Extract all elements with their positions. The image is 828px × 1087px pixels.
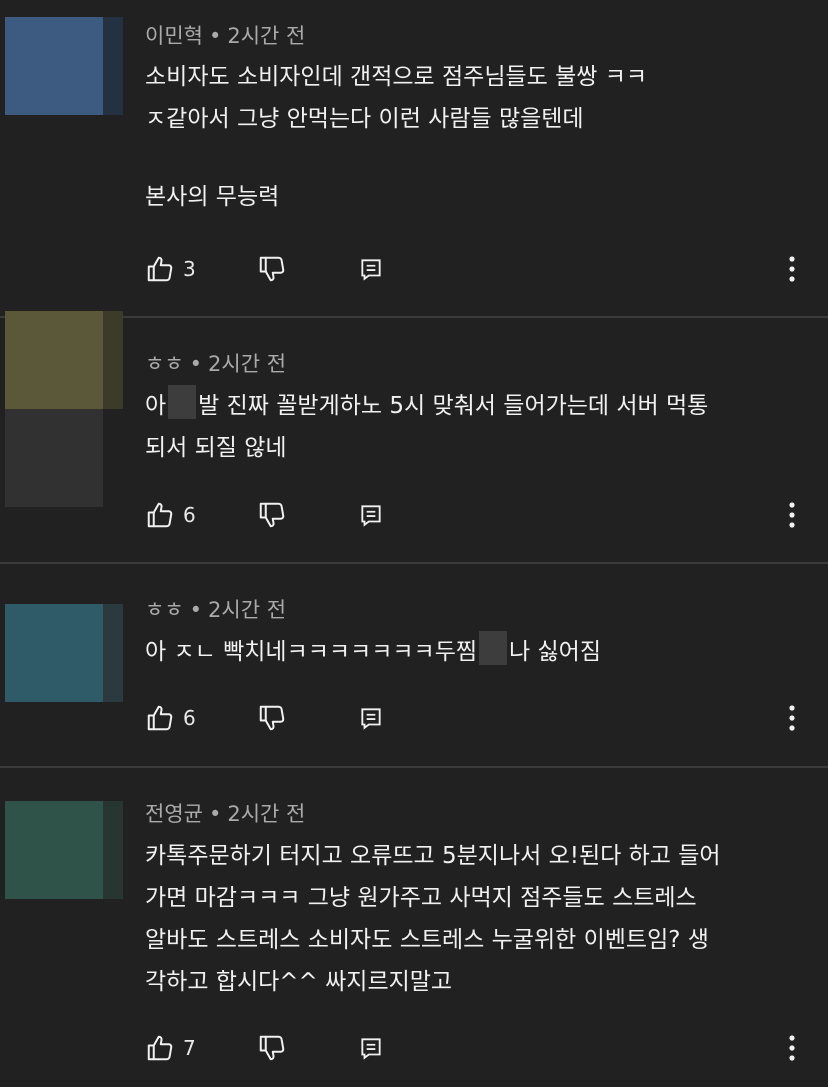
author-name[interactable]: 이민혁 [145, 24, 203, 48]
like-count: 6 [183, 503, 196, 527]
comment-text: 카톡주문하기 터지고 오류뜨고 5분지나서 오!된다 하고 들어 가면 마감ㅋㅋ… [145, 835, 805, 1003]
comment-line: ㅈ같아서 그냥 안먹는다 이런 사람들 많을텐데 [145, 106, 584, 132]
censored-block [479, 631, 508, 665]
dislike-button[interactable] [257, 698, 287, 738]
dislike-button[interactable] [257, 249, 287, 289]
avatar[interactable] [5, 801, 123, 899]
comment-line-end: 발 진짜 꼴받게하노 5시 맞춰서 들어가는데 서버 먹통 [198, 393, 709, 419]
thumbs-up-icon [145, 703, 175, 733]
reply-button[interactable] [358, 495, 384, 535]
comment-actions: 6 [145, 495, 815, 535]
comment-line-start: 아 [145, 393, 167, 419]
reply-comment-icon [358, 1035, 384, 1061]
dislike-button[interactable] [257, 1028, 287, 1068]
more-actions-button[interactable] [781, 495, 803, 535]
dislike-button[interactable] [257, 495, 287, 535]
comment-meta: ㅎㅎ • 2시간 전 [145, 598, 287, 622]
comment-actions: 6 [145, 698, 815, 738]
reply-comment-icon [358, 705, 384, 731]
comment-text: 아 ㅈㄴ 빡치네ㅋㅋㅋㅋㅋㅋㅋ두찜 나 싫어짐 [145, 631, 805, 673]
comment-meta: ㅎㅎ • 2시간 전 [145, 352, 287, 376]
avatar[interactable] [5, 604, 123, 702]
comment-line: 본사의 무능력 [145, 184, 280, 210]
like-button[interactable]: 7 [145, 1028, 196, 1068]
like-button[interactable]: 6 [145, 698, 196, 738]
comment-divider [0, 316, 828, 318]
comment-text: 아 발 진짜 꼴받게하노 5시 맞춰서 들어가는데 서버 먹통 되서 되질 않네 [145, 385, 805, 469]
comment-meta: 이민혁 • 2시간 전 [145, 24, 306, 48]
reply-comment-icon [358, 502, 384, 528]
thumbs-up-icon [145, 500, 175, 530]
reply-button[interactable] [358, 1028, 384, 1068]
comment-actions: 3 [145, 249, 815, 289]
timestamp[interactable]: 2시간 전 [208, 598, 286, 622]
like-count: 7 [183, 1036, 196, 1060]
like-count: 6 [183, 706, 196, 730]
reply-button[interactable] [358, 698, 384, 738]
more-vertical-icon [781, 703, 803, 733]
like-button[interactable]: 6 [145, 495, 196, 535]
comment-line: 되서 되질 않네 [145, 435, 287, 461]
comment-line: 소비자도 소비자인데 갠적으로 점주님들도 불쌍 ㅋㅋ [145, 64, 648, 90]
comment-meta: 전영균 • 2시간 전 [145, 802, 306, 826]
thumbs-down-icon [257, 254, 287, 284]
more-vertical-icon [781, 500, 803, 530]
more-vertical-icon [781, 1033, 803, 1063]
author-name[interactable]: 전영균 [145, 802, 203, 826]
comment-line-end: 나 싫어짐 [509, 639, 601, 665]
author-name[interactable]: ㅎㅎ [145, 352, 184, 376]
comment-line: 알바도 스트레스 소비자도 스트레스 누굴위한 이벤트임? 생 [145, 927, 709, 953]
avatar[interactable] [5, 311, 123, 507]
comment-line-start: 아 ㅈㄴ 빡치네ㅋㅋㅋㅋㅋㅋㅋ두찜 [145, 639, 478, 665]
thumbs-down-icon [257, 1033, 287, 1063]
more-actions-button[interactable] [781, 249, 803, 289]
timestamp[interactable]: 2시간 전 [208, 352, 286, 376]
comment-divider [0, 766, 828, 768]
comment-line: 각하고 합시다^^ 싸지르지말고 [145, 969, 453, 995]
reply-button[interactable] [358, 249, 384, 289]
more-actions-button[interactable] [781, 1028, 803, 1068]
thumbs-down-icon [257, 500, 287, 530]
reply-comment-icon [358, 256, 384, 282]
more-actions-button[interactable] [781, 698, 803, 738]
like-count: 3 [183, 257, 196, 281]
timestamp[interactable]: 2시간 전 [227, 802, 305, 826]
like-button[interactable]: 3 [145, 249, 196, 289]
more-vertical-icon [781, 254, 803, 284]
censored-block [168, 385, 197, 419]
comment-line: 가면 마감ㅋㅋㅋ 그냥 원가주고 사먹지 점주들도 스트레스 [145, 885, 697, 911]
author-name[interactable]: ㅎㅎ [145, 598, 184, 622]
comment-divider [0, 562, 828, 564]
thumbs-up-icon [145, 1033, 175, 1063]
thumbs-up-icon [145, 254, 175, 284]
comment-line: 카톡주문하기 터지고 오류뜨고 5분지나서 오!된다 하고 들어 [145, 843, 721, 869]
timestamp[interactable]: 2시간 전 [227, 24, 305, 48]
comment-text: 소비자도 소비자인데 갠적으로 점주님들도 불쌍 ㅋㅋ ㅈ같아서 그냥 안먹는다… [145, 56, 805, 218]
thumbs-down-icon [257, 703, 287, 733]
avatar[interactable] [5, 17, 123, 115]
comment-actions: 7 [145, 1028, 815, 1068]
